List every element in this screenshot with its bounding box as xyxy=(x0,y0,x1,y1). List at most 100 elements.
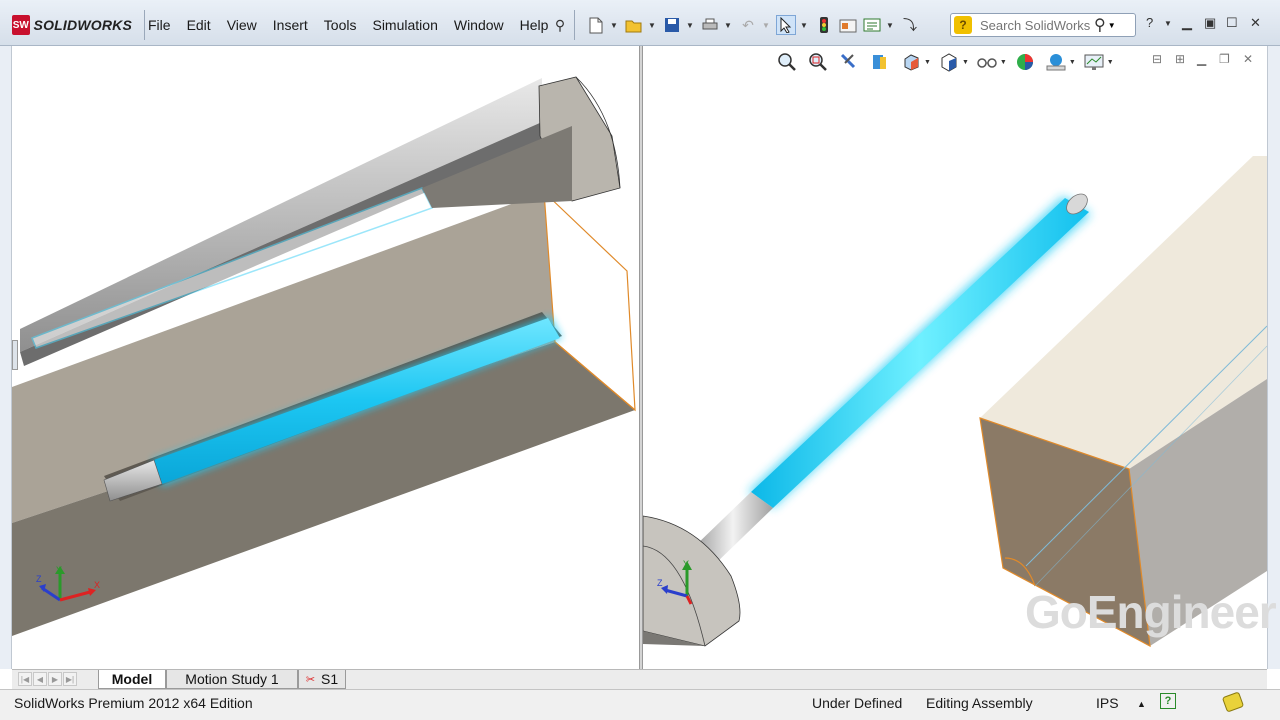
zoom-to-fit-icon[interactable] xyxy=(775,50,799,74)
tab-bar: |◀ ◀ ▶ ▶| Model Motion Study 1 ✂ S1 xyxy=(12,669,1267,689)
menu-edit[interactable]: Edit xyxy=(187,17,211,33)
search-icon[interactable]: ⚲ xyxy=(1094,15,1106,35)
menu-file[interactable]: File xyxy=(148,17,171,33)
sketch-tab-icon: ✂ xyxy=(305,673,316,686)
maximize-icon[interactable]: ☐ xyxy=(1226,15,1238,31)
status-bar: SolidWorks Premium 2012 x64 Edition Unde… xyxy=(0,689,1280,720)
select-dropdown-icon[interactable]: ▼ xyxy=(800,21,808,30)
search-box[interactable]: ? ⚲ ▼ xyxy=(950,13,1136,37)
menu-insert[interactable]: Insert xyxy=(273,17,308,33)
undo-icon[interactable]: ↶ xyxy=(738,15,758,35)
previous-view-icon[interactable] xyxy=(837,50,861,74)
file-properties-icon[interactable] xyxy=(838,15,858,35)
status-edition: SolidWorks Premium 2012 x64 Edition xyxy=(14,695,253,711)
open-icon[interactable] xyxy=(624,15,644,35)
tab-model[interactable]: Model xyxy=(98,670,166,689)
close-icon[interactable]: ✕ xyxy=(1250,15,1261,31)
graphics-area-right[interactable]: Z Y xyxy=(643,46,1267,669)
apply-scene-icon[interactable] xyxy=(1044,50,1068,74)
hide-show-items-icon[interactable] xyxy=(975,50,999,74)
first-tab-arrow-icon[interactable]: |◀ xyxy=(18,672,32,686)
tile-horizontal-icon[interactable]: ⊟ xyxy=(1152,52,1162,66)
solidworks-logo-text: SOLIDWORKS xyxy=(33,17,132,33)
save-dropdown-icon[interactable]: ▼ xyxy=(686,21,694,30)
restore-icon[interactable]: ▣ xyxy=(1204,15,1216,31)
customize-icon[interactable]: ⤵ xyxy=(900,15,920,35)
tab-motion-study[interactable]: Motion Study 1 xyxy=(166,670,298,689)
help-icon[interactable]: ? xyxy=(1146,15,1153,30)
section-view-icon[interactable] xyxy=(868,50,892,74)
help-dropdown-icon[interactable]: ▼ xyxy=(1164,19,1172,28)
new-dropdown-icon[interactable]: ▼ xyxy=(610,21,618,30)
apply-scene-dropdown-icon[interactable]: ▼ xyxy=(1069,59,1076,66)
open-dropdown-icon[interactable]: ▼ xyxy=(648,21,656,30)
search-dropdown-icon[interactable]: ▼ xyxy=(1108,21,1116,30)
help-question-icon: ? xyxy=(954,16,972,34)
menu-window[interactable]: Window xyxy=(454,17,504,33)
feature-manager-handle[interactable] xyxy=(12,340,18,370)
undo-dropdown-icon[interactable]: ▼ xyxy=(762,21,770,30)
viewport-minimize-icon[interactable]: ▁ xyxy=(1197,52,1206,66)
tab-sketch-s1[interactable]: ✂ S1 xyxy=(298,670,346,689)
last-tab-arrow-icon[interactable]: ▶| xyxy=(63,672,77,686)
new-document-icon[interactable] xyxy=(586,15,606,35)
heads-up-view-toolbar: ▼ ▼ ▼ ▼ ▼ xyxy=(775,50,1120,74)
svg-text:Y: Y xyxy=(56,565,62,575)
watermark: GoEngineer xyxy=(1025,586,1277,638)
svg-text:Y: Y xyxy=(683,559,689,569)
save-icon[interactable] xyxy=(662,15,682,35)
print-icon[interactable] xyxy=(700,15,720,35)
status-definition: Under Defined xyxy=(812,695,903,711)
svg-text:X: X xyxy=(94,580,100,590)
hide-show-dropdown-icon[interactable]: ▼ xyxy=(1000,59,1007,66)
edit-appearance-icon[interactable] xyxy=(1013,50,1037,74)
solidworks-logo-icon: SW xyxy=(12,15,30,35)
view-settings-dropdown-icon[interactable]: ▼ xyxy=(1107,59,1114,66)
menu-simulation[interactable]: Simulation xyxy=(372,17,437,33)
select-icon[interactable] xyxy=(776,15,796,35)
quick-tips-icon[interactable]: ? xyxy=(1160,693,1176,709)
menu-tools[interactable]: Tools xyxy=(324,17,357,33)
print-dropdown-icon[interactable]: ▼ xyxy=(724,21,732,30)
search-input[interactable] xyxy=(980,17,1092,33)
prev-tab-arrow-icon[interactable]: ◀ xyxy=(33,672,47,686)
svg-text:Z: Z xyxy=(36,574,42,584)
standard-toolbar: ⚲ ▼ ▼ ▼ ▼ ↶ ▼ ▼ ▼ ⤵ xyxy=(550,10,924,40)
menu-view[interactable]: View xyxy=(227,17,257,33)
tile-vertical-icon[interactable]: ⊞ xyxy=(1175,52,1185,66)
reference-triad-left: Z Y X xyxy=(36,565,100,602)
svg-text:Z: Z xyxy=(657,578,663,588)
left-frame xyxy=(0,46,12,669)
options-dropdown-icon[interactable]: ▼ xyxy=(886,21,894,30)
menu-help[interactable]: Help xyxy=(520,17,549,33)
status-units[interactable]: IPS xyxy=(1096,695,1119,711)
rebuild-icon[interactable] xyxy=(814,15,834,35)
solidworks-logo[interactable]: SW SOLIDWORKS xyxy=(12,13,132,37)
toolbar-separator xyxy=(574,10,575,40)
tag-icon[interactable] xyxy=(1221,691,1245,713)
display-style-dropdown-icon[interactable]: ▼ xyxy=(962,59,969,66)
right-frame xyxy=(1267,46,1280,669)
title-bar: SW SOLIDWORKS File Edit View Insert Tool… xyxy=(0,0,1280,46)
pin-icon[interactable]: ⚲ xyxy=(550,15,570,35)
units-caret-icon[interactable]: ▲ xyxy=(1137,699,1146,709)
viewport-close-icon[interactable]: ✕ xyxy=(1243,52,1253,66)
display-style-icon[interactable] xyxy=(937,50,961,74)
next-tab-arrow-icon[interactable]: ▶ xyxy=(48,672,62,686)
zoom-to-area-icon[interactable] xyxy=(806,50,830,74)
view-orientation-dropdown-icon[interactable]: ▼ xyxy=(924,59,931,66)
options-icon[interactable] xyxy=(862,15,882,35)
graphics-area-left[interactable]: Z Y X xyxy=(12,46,639,669)
view-orientation-icon[interactable] xyxy=(899,50,923,74)
view-settings-icon[interactable] xyxy=(1082,50,1106,74)
toolbar-separator xyxy=(144,10,145,40)
menu-bar: File Edit View Insert Tools Simulation W… xyxy=(148,17,564,33)
minimize-icon[interactable]: ▁ xyxy=(1182,15,1192,31)
tab-scroll-arrows: |◀ ◀ ▶ ▶| xyxy=(18,672,78,686)
status-mode: Editing Assembly xyxy=(926,695,1033,711)
assembly-view-right[interactable] xyxy=(643,46,1267,669)
assembly-view-left[interactable] xyxy=(12,46,639,669)
reference-triad-right: Z Y xyxy=(657,559,693,605)
tab-sketch-label: S1 xyxy=(321,671,339,687)
viewport-restore-icon[interactable]: ❐ xyxy=(1219,52,1230,66)
